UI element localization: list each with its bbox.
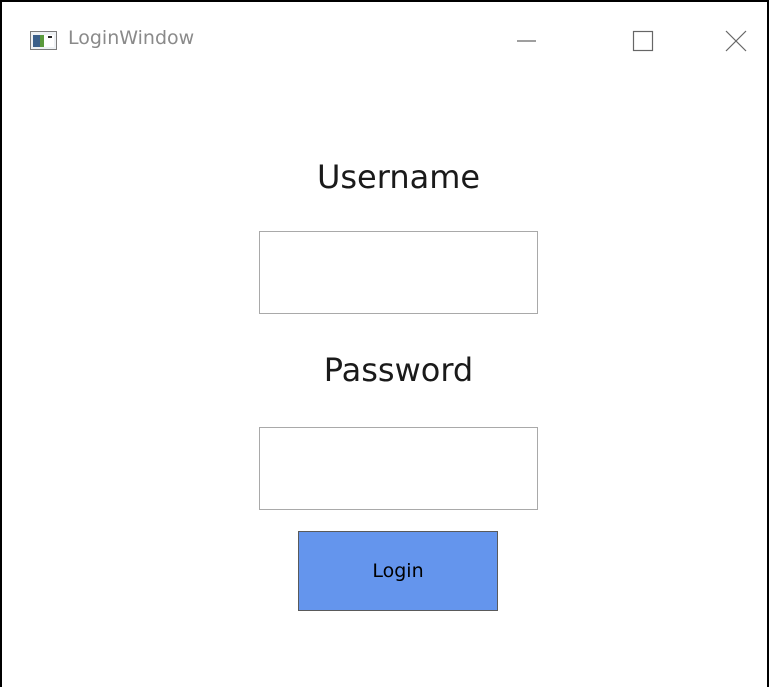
close-icon	[725, 30, 747, 52]
close-button[interactable]	[700, 16, 768, 66]
login-window: LoginWindow Username Password Login	[0, 0, 769, 687]
maximize-icon	[632, 30, 654, 52]
window-app-icon[interactable]	[30, 31, 57, 50]
username-label: Username	[316, 158, 481, 196]
maximize-button[interactable]	[608, 16, 676, 66]
minimize-icon	[517, 40, 536, 42]
minimize-button[interactable]	[492, 16, 560, 66]
password-input[interactable]	[259, 427, 538, 510]
login-button[interactable]: Login	[298, 531, 498, 611]
title-bar[interactable]: LoginWindow	[2, 2, 767, 82]
username-input[interactable]	[259, 231, 538, 314]
password-label: Password	[323, 351, 474, 389]
window-title: LoginWindow	[68, 27, 195, 49]
